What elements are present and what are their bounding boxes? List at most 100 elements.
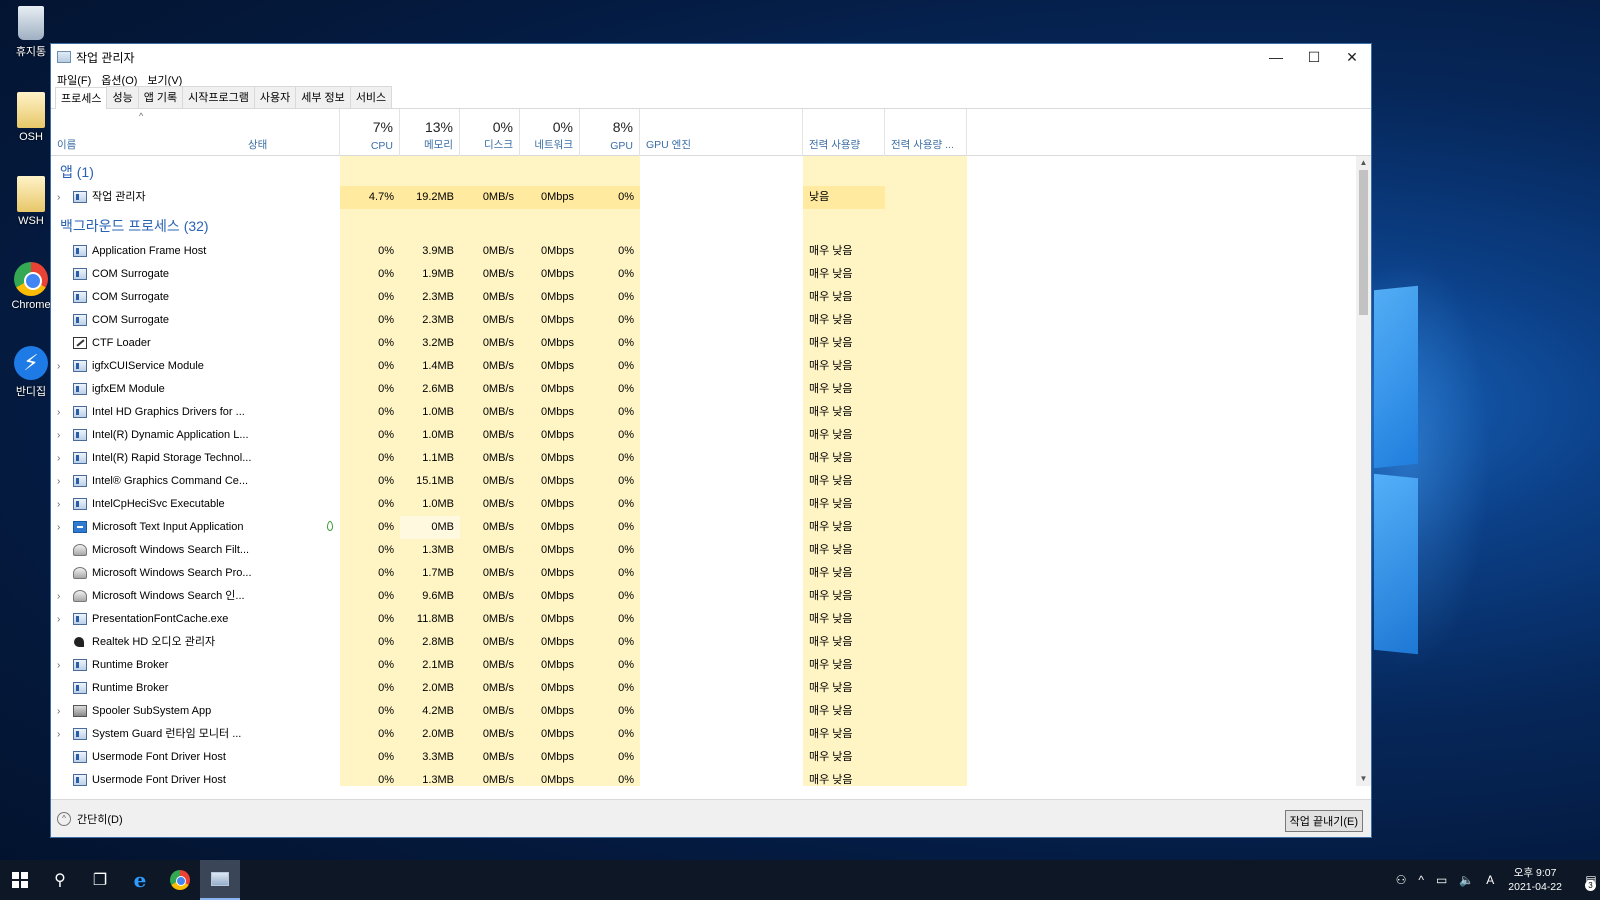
window-title: 작업 관리자 <box>76 50 135 65</box>
desktop-icon-wsh[interactable]: WSH <box>6 176 56 227</box>
cell-disk: 0MB/s <box>482 291 514 303</box>
process-row[interactable]: Microsoft Windows Search Pro... 0% 1.7MB 0M… <box>51 562 1341 585</box>
process-row[interactable]: › igfxCUIService Module 0% 1.4MB 0MB/s 0Mbps 0… <box>51 355 1341 378</box>
column-header-memory[interactable]: 13% 메모리 <box>400 109 460 156</box>
cell-memory: 2.3MB <box>422 314 454 326</box>
desktop-icon-osh[interactable]: OSH <box>6 92 56 143</box>
cell-network: 0Mbps <box>540 337 574 349</box>
column-header-cpu[interactable]: 7% CPU <box>340 109 400 156</box>
clock[interactable]: 오후 9:07 2021-04-22 <box>1508 866 1562 894</box>
tab-details[interactable]: 세부 정보 <box>295 86 351 108</box>
column-header-network[interactable]: 0% 네트워크 <box>520 109 580 156</box>
column-header-disk[interactable]: 0% 디스크 <box>460 109 520 156</box>
expand-chevron-icon[interactable]: › <box>57 700 60 723</box>
close-button[interactable]: ✕ <box>1333 44 1371 70</box>
end-task-button[interactable]: 작업 끝내기(E) <box>1284 810 1363 832</box>
expand-chevron-icon[interactable]: › <box>57 401 60 424</box>
network-icon[interactable]: ▭ <box>1436 873 1447 887</box>
task-view-button[interactable]: ❐ <box>80 860 120 900</box>
expand-chevron-icon[interactable]: › <box>57 493 60 516</box>
cell-network: 0Mbps <box>540 728 574 740</box>
tab-performance[interactable]: 성능 <box>106 86 139 108</box>
process-row[interactable]: › PresentationFontCache.exe 0% 11.8MB 0MB/s 0… <box>51 608 1341 631</box>
start-button[interactable] <box>0 860 40 900</box>
expand-chevron-icon[interactable]: › <box>57 723 60 746</box>
process-row[interactable]: igfxEM Module 0% 2.6MB 0MB/s 0Mbps 0% 매우 낮음 <box>51 378 1341 401</box>
expand-chevron-icon[interactable]: › <box>57 608 60 631</box>
expand-chevron-icon[interactable]: › <box>57 447 60 470</box>
fewer-details-button[interactable]: ^ 간단히(D) <box>57 811 123 827</box>
process-row[interactable]: › Microsoft Windows Search 인... 0% 9.6MB 0MB… <box>51 585 1341 608</box>
tab-app-history[interactable]: 앱 기록 <box>137 86 184 108</box>
tab-users[interactable]: 사용자 <box>253 86 297 108</box>
process-row[interactable]: › 작업 관리자 4.7% 19.2MB 0MB/s 0Mbps 0% 낮음 <box>51 186 1341 209</box>
taskbar-task-manager[interactable] <box>200 860 240 900</box>
process-row[interactable]: › Intel HD Graphics Drivers for ... 0% 1.0M… <box>51 401 1341 424</box>
folder-icon <box>17 92 45 128</box>
process-row[interactable]: › Microsoft Text Input Application 0% 0MB 0M… <box>51 516 1341 539</box>
cell-memory: 9.6MB <box>422 590 454 602</box>
scroll-up-arrow-icon[interactable]: ▲ <box>1356 156 1371 170</box>
column-header-name[interactable]: ^ 이름 <box>51 109 242 156</box>
process-row[interactable]: CTF Loader 0% 3.2MB 0MB/s 0Mbps 0% 매우 낮음 <box>51 332 1341 355</box>
process-row[interactable]: › Intel(R) Dynamic Application L... 0% 1.0M… <box>51 424 1341 447</box>
column-header-gpu-engine[interactable]: GPU 엔진 <box>640 109 803 156</box>
process-row[interactable]: COM Surrogate 0% 1.9MB 0MB/s 0Mbps 0% 매우 낮음 <box>51 263 1341 286</box>
vertical-scrollbar[interactable]: ▲ ▼ <box>1356 156 1371 786</box>
desktop-icon-recycle-bin[interactable]: 휴지통 <box>6 6 56 59</box>
cell-network: 0Mbps <box>540 567 574 579</box>
process-row[interactable]: › Runtime Broker 0% 2.1MB 0MB/s 0Mbps 0% 매우 낮음 <box>51 654 1341 677</box>
volume-icon[interactable]: 🔈 <box>1459 873 1474 887</box>
desktop-icon-chrome[interactable]: Chrome <box>6 262 56 311</box>
column-header-power-trend[interactable]: 전력 사용량 ... <box>885 109 967 156</box>
process-row[interactable]: › Intel(R) Rapid Storage Technol... 0% 1.1M… <box>51 447 1341 470</box>
process-row[interactable]: Usermode Font Driver Host 0% 3.3MB 0MB/s 0Mb… <box>51 746 1341 769</box>
title-bar[interactable]: 작업 관리자 — ☐ ✕ <box>51 44 1371 70</box>
column-header-gpu[interactable]: 8% GPU <box>580 109 640 156</box>
process-row[interactable]: COM Surrogate 0% 2.3MB 0MB/s 0Mbps 0% 매우 낮음 <box>51 309 1341 332</box>
tab-services[interactable]: 서비스 <box>349 86 393 108</box>
process-row[interactable]: Runtime Broker 0% 2.0MB 0MB/s 0Mbps 0% 매우 낮음 <box>51 677 1341 700</box>
windows-logo-pane <box>1374 473 1418 655</box>
process-row[interactable]: COM Surrogate 0% 2.3MB 0MB/s 0Mbps 0% 매우 낮음 <box>51 286 1341 309</box>
process-app-icon <box>73 751 87 763</box>
expand-chevron-icon[interactable]: › <box>57 516 60 539</box>
menu-file[interactable]: 파일(F) <box>57 72 91 88</box>
search-button[interactable]: ⚲ <box>40 860 80 900</box>
process-row[interactable]: Usermode Font Driver Host 0% 1.3MB 0MB/s 0Mb… <box>51 769 1341 786</box>
process-row[interactable]: › Spooler SubSystem App 0% 4.2MB 0MB/s 0Mbps 0… <box>51 700 1341 723</box>
show-hidden-icons-chevron-up-icon[interactable]: ^ <box>1418 873 1424 887</box>
process-row[interactable]: Realtek HD 오디오 관리자 0% 2.8MB 0MB/s 0Mbps 0% 매우 … <box>51 631 1341 654</box>
cell-cpu: 0% <box>378 268 394 280</box>
process-row[interactable]: Application Frame Host 0% 3.9MB 0MB/s 0Mbps 0… <box>51 240 1341 263</box>
expand-chevron-icon[interactable]: › <box>57 424 60 447</box>
cell-disk: 0MB/s <box>482 406 514 418</box>
process-row[interactable]: Microsoft Windows Search Filt... 0% 1.3MB 0… <box>51 539 1341 562</box>
taskbar-internet-explorer[interactable]: e <box>120 860 160 900</box>
expand-chevron-icon[interactable]: › <box>57 585 60 608</box>
taskbar-chrome[interactable] <box>160 860 200 900</box>
process-row[interactable]: › System Guard 런타임 모니터 ... 0% 2.0MB 0MB/s 0Mb… <box>51 723 1341 746</box>
expand-chevron-icon[interactable]: › <box>57 654 60 677</box>
process-row[interactable]: › Intel® Graphics Command Ce... 0% 15.1MB 0M… <box>51 470 1341 493</box>
cell-disk: 0MB/s <box>482 452 514 464</box>
expand-chevron-icon[interactable]: › <box>57 470 60 493</box>
tab-processes[interactable]: 프로세스 <box>55 87 108 109</box>
column-header-status[interactable]: 상태 <box>242 109 340 156</box>
desktop-icon-bandizip[interactable]: ⚡ 반디집 <box>6 346 56 399</box>
expand-chevron-icon[interactable]: › <box>57 355 60 378</box>
expand-chevron-icon[interactable]: › <box>57 186 60 209</box>
process-row[interactable]: › IntelCpHeciSvc Executable 0% 1.0MB 0MB/s 0M… <box>51 493 1341 516</box>
minimize-button[interactable]: — <box>1257 44 1295 70</box>
people-icon[interactable]: ⚇ <box>1396 873 1407 887</box>
maximize-button[interactable]: ☐ <box>1295 44 1333 70</box>
scroll-down-arrow-icon[interactable]: ▼ <box>1356 772 1371 786</box>
process-name: Application Frame Host <box>92 245 207 257</box>
tab-startup[interactable]: 시작프로그램 <box>182 86 255 108</box>
ime-indicator[interactable]: A <box>1486 873 1494 887</box>
cell-gpu: 0% <box>618 268 634 280</box>
process-app-icon <box>73 475 87 487</box>
scroll-thumb[interactable] <box>1359 170 1368 315</box>
column-header-power[interactable]: 전력 사용량 <box>803 109 885 156</box>
action-center-button[interactable]: ▤ 3 <box>1570 860 1600 900</box>
